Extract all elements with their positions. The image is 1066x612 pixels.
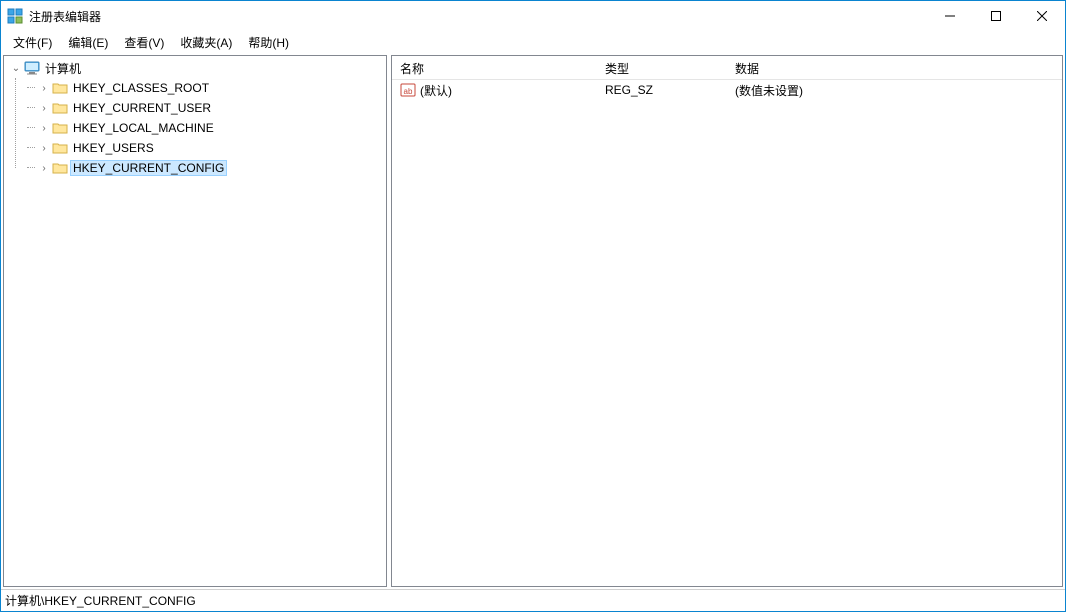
minimize-button[interactable] bbox=[927, 1, 973, 31]
tree-item-label: HKEY_CLASSES_ROOT bbox=[70, 80, 212, 96]
tree-root[interactable]: ⌄ 计算机 bbox=[4, 58, 386, 78]
collapse-icon[interactable]: ⌄ bbox=[8, 63, 24, 74]
window-controls bbox=[927, 1, 1065, 31]
resize-grip[interactable] bbox=[1047, 594, 1061, 608]
titlebar[interactable]: 注册表编辑器 bbox=[1, 1, 1065, 31]
list-row[interactable]: ab (默认) REG_SZ (数值未设置) bbox=[392, 80, 1062, 100]
statusbar: 计算机\HKEY_CURRENT_CONFIG bbox=[1, 589, 1065, 611]
value-name: (默认) bbox=[420, 82, 452, 99]
computer-icon bbox=[24, 60, 40, 76]
tree-item[interactable]: › HKEY_CURRENT_USER bbox=[24, 98, 386, 118]
tree-item-label: HKEY_CURRENT_USER bbox=[70, 100, 214, 116]
maximize-button[interactable] bbox=[973, 1, 1019, 31]
expand-icon[interactable]: › bbox=[36, 103, 52, 114]
expand-icon[interactable]: › bbox=[36, 143, 52, 154]
expand-icon[interactable]: › bbox=[36, 163, 52, 174]
expand-icon[interactable]: › bbox=[36, 83, 52, 94]
value-type: REG_SZ bbox=[605, 83, 653, 97]
menu-file[interactable]: 文件(F) bbox=[5, 32, 60, 53]
menu-help[interactable]: 帮助(H) bbox=[240, 32, 297, 53]
value-data: (数值未设置) bbox=[735, 82, 803, 99]
col-name[interactable]: 名称 bbox=[392, 56, 597, 79]
string-value-icon: ab bbox=[400, 82, 416, 98]
tree-panel[interactable]: ⌄ 计算机 › HKEY_CLASSES_ROOT › HKEY_CURRENT_US… bbox=[3, 55, 387, 587]
menu-view[interactable]: 查看(V) bbox=[116, 32, 172, 53]
menu-favorites[interactable]: 收藏夹(A) bbox=[172, 32, 240, 53]
menubar: 文件(F) 编辑(E) 查看(V) 收藏夹(A) 帮助(H) bbox=[1, 31, 1065, 53]
tree-item[interactable]: › HKEY_USERS bbox=[24, 138, 386, 158]
tree-item-label: HKEY_CURRENT_CONFIG bbox=[70, 160, 227, 176]
svg-text:ab: ab bbox=[404, 87, 413, 96]
regedit-icon bbox=[7, 8, 23, 24]
window-title: 注册表编辑器 bbox=[29, 8, 101, 25]
tree-item-label: HKEY_USERS bbox=[70, 140, 157, 156]
status-path: 计算机\HKEY_CURRENT_CONFIG bbox=[5, 592, 196, 609]
tree-item[interactable]: › HKEY_CURRENT_CONFIG bbox=[24, 158, 386, 178]
folder-icon bbox=[52, 80, 68, 96]
tree-root-label: 计算机 bbox=[42, 59, 84, 78]
list-header: 名称 类型 数据 bbox=[392, 56, 1062, 80]
folder-icon bbox=[52, 160, 68, 176]
col-data[interactable]: 数据 bbox=[727, 56, 1062, 79]
menu-edit[interactable]: 编辑(E) bbox=[60, 32, 116, 53]
list-panel[interactable]: 名称 类型 数据 ab (默认) REG_SZ (数值未设置) bbox=[391, 55, 1063, 587]
close-button[interactable] bbox=[1019, 1, 1065, 31]
folder-icon bbox=[52, 100, 68, 116]
tree-item-label: HKEY_LOCAL_MACHINE bbox=[70, 120, 217, 136]
tree-item[interactable]: › HKEY_CLASSES_ROOT bbox=[24, 78, 386, 98]
folder-icon bbox=[52, 120, 68, 136]
tree-item[interactable]: › HKEY_LOCAL_MACHINE bbox=[24, 118, 386, 138]
expand-icon[interactable]: › bbox=[36, 123, 52, 134]
folder-icon bbox=[52, 140, 68, 156]
col-type[interactable]: 类型 bbox=[597, 56, 727, 79]
